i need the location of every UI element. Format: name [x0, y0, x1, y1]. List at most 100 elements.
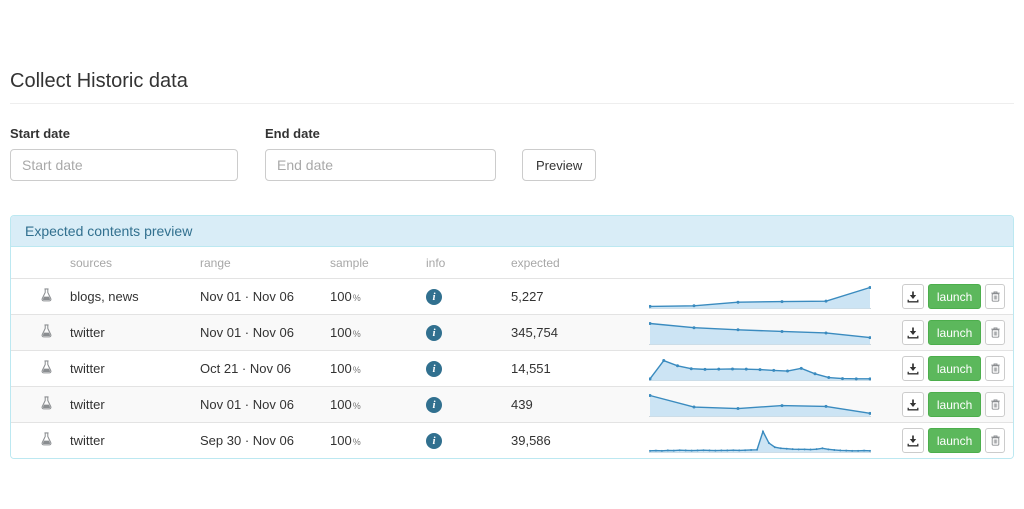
- table-row: twitter Sep 30 · Nov 06 100% i 39,586 la…: [11, 422, 1013, 458]
- row-expected: 39,586: [511, 433, 551, 448]
- download-icon: [907, 399, 919, 410]
- page: Collect Historic data Start date End dat…: [0, 70, 1024, 459]
- row-sample: 100%: [330, 289, 361, 304]
- panel-title: Expected contents preview: [11, 216, 1013, 247]
- trash-button[interactable]: [985, 428, 1005, 453]
- table-body: blogs, news Nov 01 · Nov 06 100% i 5,227…: [11, 278, 1013, 458]
- info-icon[interactable]: i: [426, 433, 442, 449]
- download-button[interactable]: [902, 284, 924, 309]
- row-sample: 100%: [330, 361, 361, 376]
- row-expected: 439: [511, 397, 533, 412]
- download-button[interactable]: [902, 356, 924, 381]
- page-title: Collect Historic data: [10, 70, 1014, 104]
- row-type-cell: [11, 432, 59, 449]
- end-date-input[interactable]: [265, 149, 496, 181]
- row-info-cell: i: [415, 288, 500, 305]
- row-actions: launch: [891, 392, 1013, 417]
- info-icon[interactable]: i: [426, 397, 442, 413]
- launch-button[interactable]: launch: [927, 320, 982, 345]
- trash-button[interactable]: [985, 356, 1005, 381]
- download-button[interactable]: [902, 428, 924, 453]
- row-actions: launch: [891, 356, 1013, 381]
- sparkline-chart: [649, 285, 871, 309]
- launch-button[interactable]: launch: [927, 428, 982, 453]
- start-date-label: Start date: [10, 126, 70, 141]
- trash-button[interactable]: [985, 284, 1005, 309]
- row-actions: launch: [891, 320, 1013, 345]
- download-icon: [907, 435, 919, 446]
- download-button[interactable]: [902, 320, 924, 345]
- trash-icon: [990, 435, 1000, 446]
- start-date-input[interactable]: [10, 149, 238, 181]
- download-icon: [907, 363, 919, 374]
- column-range: range: [200, 255, 231, 270]
- row-range: Nov 01 · Nov 06: [200, 289, 294, 304]
- download-button[interactable]: [902, 392, 924, 417]
- column-sample: sample: [330, 255, 369, 270]
- expected-contents-panel: Expected contents preview sources range …: [10, 215, 1014, 459]
- sparkline-chart: [649, 321, 871, 345]
- launch-button[interactable]: launch: [927, 392, 982, 417]
- table-row: twitter Nov 01 · Nov 06 100% i 345,754 l…: [11, 314, 1013, 350]
- info-icon[interactable]: i: [426, 325, 442, 341]
- flask-icon: [40, 360, 53, 377]
- sparkline-chart: [649, 393, 871, 417]
- row-type-cell: [11, 324, 59, 341]
- row-sample: 100%: [330, 397, 361, 412]
- row-sparkline-cell: [640, 356, 891, 382]
- row-info-cell: i: [415, 360, 500, 377]
- row-range: Oct 21 · Nov 06: [200, 361, 292, 376]
- column-sources: sources: [70, 255, 113, 270]
- row-sparkline-cell: [640, 392, 891, 418]
- row-expected: 14,551: [511, 361, 551, 376]
- table-row: twitter Nov 01 · Nov 06 100% i 439 launc…: [11, 386, 1013, 422]
- end-date-label: End date: [265, 126, 320, 141]
- trash-button[interactable]: [985, 320, 1005, 345]
- row-info-cell: i: [415, 432, 500, 449]
- row-sources: blogs, news: [70, 289, 139, 304]
- row-sources: twitter: [70, 325, 105, 340]
- sparkline-chart: [649, 429, 871, 453]
- download-icon: [907, 291, 919, 302]
- info-icon[interactable]: i: [426, 361, 442, 377]
- trash-icon: [990, 363, 1000, 374]
- table-header-row: sources range sample info expected: [11, 247, 1013, 278]
- row-sparkline-cell: [640, 284, 891, 310]
- row-type-cell: [11, 360, 59, 377]
- trash-icon: [990, 327, 1000, 338]
- column-info: info: [426, 255, 446, 270]
- trash-icon: [990, 291, 1000, 302]
- row-expected: 5,227: [511, 289, 544, 304]
- row-sample: 100%: [330, 433, 361, 448]
- row-type-cell: [11, 288, 59, 305]
- flask-icon: [40, 396, 53, 413]
- preview-button[interactable]: Preview: [522, 149, 597, 181]
- row-sources: twitter: [70, 433, 105, 448]
- row-actions: launch: [891, 428, 1013, 453]
- flask-icon: [40, 324, 53, 341]
- row-expected: 345,754: [511, 325, 558, 340]
- trash-button[interactable]: [985, 392, 1005, 417]
- launch-button[interactable]: launch: [927, 284, 982, 309]
- launch-button[interactable]: launch: [927, 356, 982, 381]
- row-range: Nov 01 · Nov 06: [200, 325, 294, 340]
- row-sample: 100%: [330, 325, 361, 340]
- download-icon: [907, 327, 919, 338]
- row-range: Nov 01 · Nov 06: [200, 397, 294, 412]
- row-info-cell: i: [415, 324, 500, 341]
- column-expected: expected: [511, 255, 560, 270]
- row-sparkline-cell: [640, 428, 891, 454]
- trash-icon: [990, 399, 1000, 410]
- table-row: twitter Oct 21 · Nov 06 100% i 14,551 la…: [11, 350, 1013, 386]
- row-sparkline-cell: [640, 320, 891, 346]
- sparkline-chart: [649, 358, 871, 381]
- row-sources: twitter: [70, 397, 105, 412]
- flask-icon: [40, 288, 53, 305]
- row-type-cell: [11, 396, 59, 413]
- row-sources: twitter: [70, 361, 105, 376]
- info-icon[interactable]: i: [426, 289, 442, 305]
- table-row: blogs, news Nov 01 · Nov 06 100% i 5,227…: [11, 278, 1013, 314]
- row-range: Sep 30 · Nov 06: [200, 433, 294, 448]
- date-form: Start date End date Preview: [10, 126, 1014, 181]
- row-actions: launch: [891, 284, 1013, 309]
